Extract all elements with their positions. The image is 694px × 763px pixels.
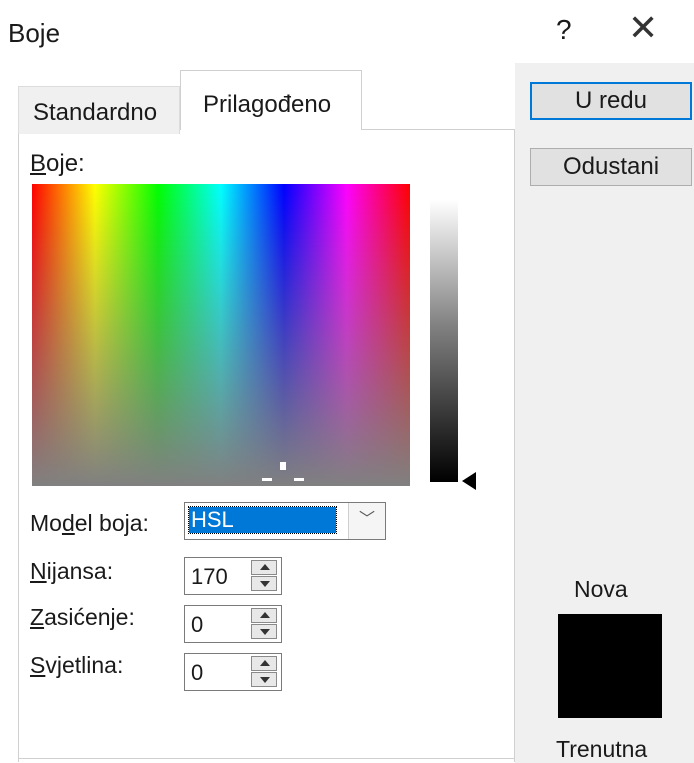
arrow-up-icon [260,660,270,666]
arrow-up-icon [260,564,270,570]
tab-custom[interactable]: Prilagođeno [180,70,362,130]
luminance-label-rest: vjetlina: [45,652,124,678]
cancel-button[interactable]: Odustani [530,148,692,186]
tab-standard[interactable]: Standardno [18,86,180,134]
new-color-label: Nova [574,576,628,602]
ok-button[interactable]: U redu [530,82,692,120]
colors-label-rest: oje: [46,150,85,177]
color-model-label-accel: d [61,510,75,536]
saturation-stepper[interactable]: 0 [184,605,282,643]
luminance-label-accel: S [30,652,46,678]
saturation-label-rest: asićenje: [44,604,135,630]
color-model-label-pre: Mo [30,510,62,536]
color-model-label: Model boja: [30,510,149,537]
color-preview-swatch [558,614,662,718]
luminance-label: Svjetlina: [30,652,123,679]
hue-label: Nijansa: [30,558,113,585]
panel-divider [18,758,515,759]
arrow-down-icon [260,629,270,635]
close-icon[interactable]: ✕ [628,10,658,46]
luminance-bar[interactable] [430,200,458,482]
hue-label-rest: ijansa: [46,558,114,584]
colors-label: Boje: [30,150,85,178]
luminance-stepper[interactable]: 0 [184,653,282,691]
color-model-value: HSL [188,506,337,534]
saturation-up-button[interactable] [251,608,277,623]
arrow-down-icon [260,581,270,587]
hue-stepper[interactable]: 170 [184,557,282,595]
arrow-down-icon [260,677,270,683]
luminance-up-button[interactable] [251,656,277,671]
colors-label-accel: B [30,150,47,177]
hue-label-accel: N [30,558,47,584]
dialog-title: Boje [8,18,61,48]
hue-down-button[interactable] [251,576,277,591]
spectrum-crosshair[interactable] [262,462,306,486]
luminance-value[interactable]: 0 [191,660,203,686]
hue-up-button[interactable] [251,560,277,575]
color-spectrum[interactable] [32,184,410,486]
hue-value[interactable]: 170 [191,564,228,590]
help-button[interactable]: ? [556,14,572,46]
saturation-label-accel: Z [30,604,45,630]
saturation-label: Zasićenje: [30,604,135,631]
current-color-label: Trenutna [556,736,648,762]
color-model-select[interactable]: HSL ﹀ [184,502,386,540]
saturation-down-button[interactable] [251,624,277,639]
saturation-value[interactable]: 0 [191,612,203,638]
color-model-label-post: el boja: [74,510,149,536]
luminance-down-button[interactable] [251,672,277,687]
chevron-down-icon[interactable]: ﹀ [348,503,385,539]
arrow-up-icon [260,612,270,618]
luminance-slider-arrow[interactable] [462,472,476,490]
